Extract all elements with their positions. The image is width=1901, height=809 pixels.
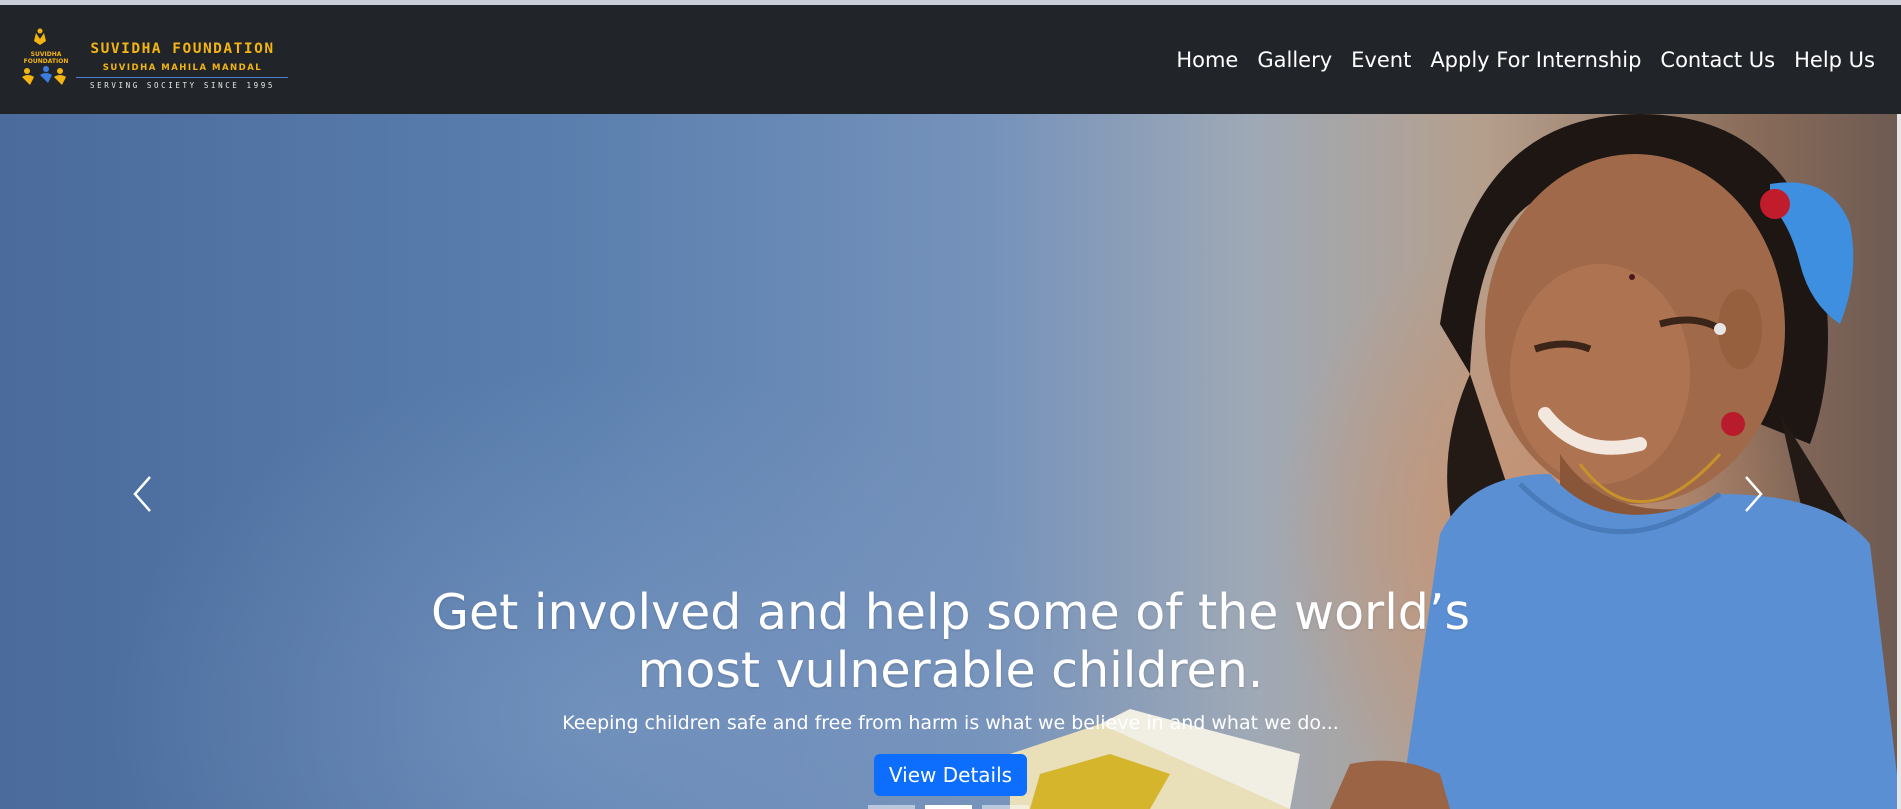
carousel-indicators [868, 805, 1029, 809]
nav-link-help-us[interactable]: Help Us [1794, 48, 1875, 72]
logo-tagline: SERVING SOCIETY SINCE 1995 [90, 81, 275, 90]
logo-subtitle: SUVIDHA MAHILA MANDAL [102, 63, 263, 73]
chevron-left-icon [133, 476, 151, 512]
chevron-right-icon [1745, 476, 1763, 512]
navbar: SUVIDHA FOUNDATION SUVIDHA FOUNDATION SU… [0, 5, 1901, 114]
carousel-indicator-3[interactable] [982, 805, 1029, 809]
hero-text: Keeping children safe and free from harm… [562, 712, 1339, 734]
hero-carousel: Get involved and help some of the world’… [0, 114, 1901, 809]
logo-divider [76, 77, 288, 78]
nav-link-contact-us[interactable]: Contact Us [1660, 48, 1775, 72]
carousel-caption: Get involved and help some of the world’… [0, 584, 1901, 796]
nav-menu: Home Gallery Event Apply For Internship … [1176, 5, 1875, 114]
nav-link-home[interactable]: Home [1176, 48, 1238, 72]
view-details-button[interactable]: View Details [873, 754, 1028, 796]
page-scrollbar[interactable] [1897, 114, 1901, 809]
carousel-prev-button[interactable] [112, 454, 172, 534]
nav-link-gallery[interactable]: Gallery [1257, 48, 1332, 72]
site-logo[interactable]: SUVIDHA FOUNDATION SUVIDHA FOUNDATION SU… [20, 27, 288, 93]
carousel-indicator-1[interactable] [868, 805, 915, 809]
nav-link-apply-for-internship[interactable]: Apply For Internship [1430, 48, 1641, 72]
carousel-indicator-2[interactable] [925, 805, 972, 809]
logo-title: SUVIDHA FOUNDATION [90, 41, 275, 57]
hero-title: Get involved and help some of the world’… [430, 584, 1471, 699]
carousel-next-button[interactable] [1724, 454, 1784, 534]
nav-link-event[interactable]: Event [1351, 48, 1411, 72]
logo-mark-text: SUVIDHA FOUNDATION [23, 51, 69, 65]
